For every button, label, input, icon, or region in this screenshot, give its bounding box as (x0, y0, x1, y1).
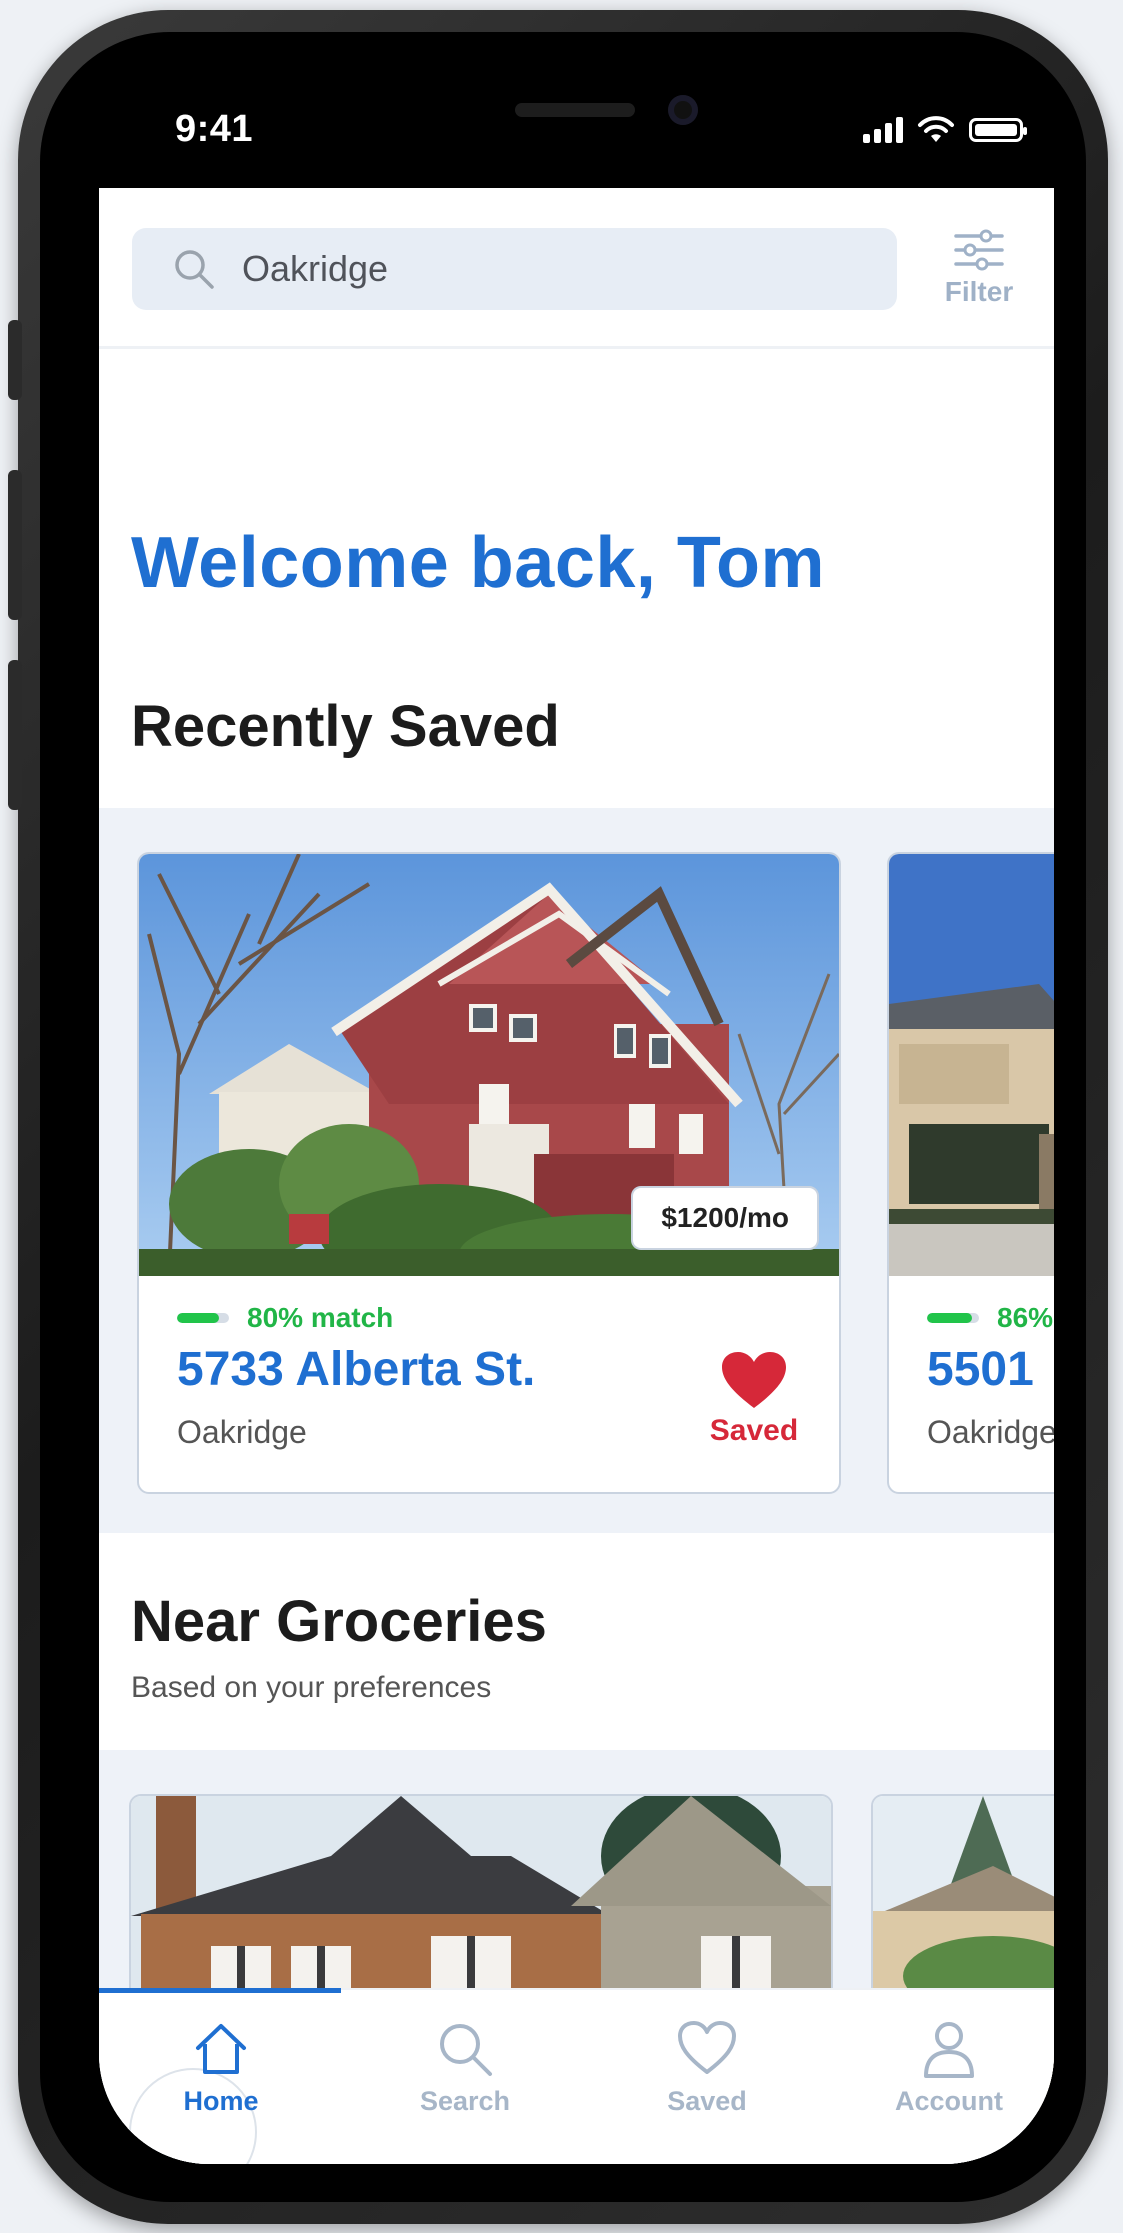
search-icon (175, 250, 214, 289)
listing-card[interactable]: $1200/mo 80% match 5733 Alberta St. Oakr… (137, 852, 841, 1494)
volume-up-button (8, 470, 22, 620)
listing-photo: $1200/mo (139, 854, 839, 1276)
wifi-icon (918, 116, 954, 142)
price-tag: $1200/mo (631, 1186, 819, 1250)
saved-toggle-button[interactable]: Saved (709, 1350, 799, 1448)
heart-outline-icon (678, 2021, 736, 2074)
saved-label: Saved (709, 1414, 799, 1447)
listing-card[interactable]: 86% 5501 Oakridge (887, 852, 1054, 1494)
header-divider (99, 346, 1054, 349)
listing-address[interactable]: 5501 (927, 1342, 1034, 1397)
bottom-tab-bar: Home Search Saved Account (99, 1988, 1054, 2164)
status-icons (863, 116, 1027, 144)
recently-saved-title: Recently Saved (131, 694, 560, 759)
sliders-icon (954, 229, 1004, 271)
mute-switch (8, 320, 22, 400)
search-icon (440, 2024, 492, 2076)
tab-home[interactable]: Home (131, 2018, 311, 2117)
listing-address[interactable]: 5733 Alberta St. (177, 1342, 535, 1397)
listing-photo (889, 854, 1054, 1276)
tab-label: Saved (667, 2086, 747, 2116)
listing-neighborhood: Oakridge (177, 1414, 307, 1450)
listing-neighborhood: Oakridge (927, 1414, 1054, 1450)
filter-label: Filter (944, 276, 1014, 307)
status-time: 9:41 (175, 108, 254, 150)
match-bar (177, 1313, 229, 1323)
front-camera (668, 95, 698, 125)
search-value: Oakridge (242, 248, 389, 289)
match-bar (927, 1313, 979, 1323)
battery-icon (969, 118, 1027, 142)
tab-label: Search (419, 2086, 511, 2116)
match-text: 80% match (247, 1302, 394, 1333)
tab-account[interactable]: Account (859, 2018, 1039, 2117)
filter-button[interactable]: Filter (939, 228, 1019, 308)
speaker-grille (515, 103, 635, 117)
near-groceries-subtitle: Based on your preferences (131, 1671, 492, 1704)
match-indicator: 86% (927, 1302, 1053, 1334)
cellular-signal-icon (863, 117, 903, 143)
app-screen: Oakridge Filter Welcome back, Tom Recent… (99, 188, 1054, 2164)
heart-filled-icon (722, 1352, 786, 1408)
tab-label: Home (183, 2086, 259, 2116)
tab-saved[interactable]: Saved (617, 2018, 797, 2117)
active-tab-indicator (99, 1988, 341, 1993)
match-text: 86% (997, 1302, 1054, 1333)
search-input[interactable]: Oakridge (132, 228, 897, 310)
match-indicator: 80% match (177, 1302, 393, 1334)
near-groceries-title: Near Groceries (131, 1589, 547, 1654)
volume-down-button (8, 660, 22, 810)
home-icon (196, 2024, 246, 2074)
tab-search[interactable]: Search (375, 2018, 555, 2117)
user-icon (924, 2022, 974, 2078)
welcome-heading: Welcome back, Tom (131, 523, 826, 603)
tab-label: Account (895, 2086, 1003, 2116)
